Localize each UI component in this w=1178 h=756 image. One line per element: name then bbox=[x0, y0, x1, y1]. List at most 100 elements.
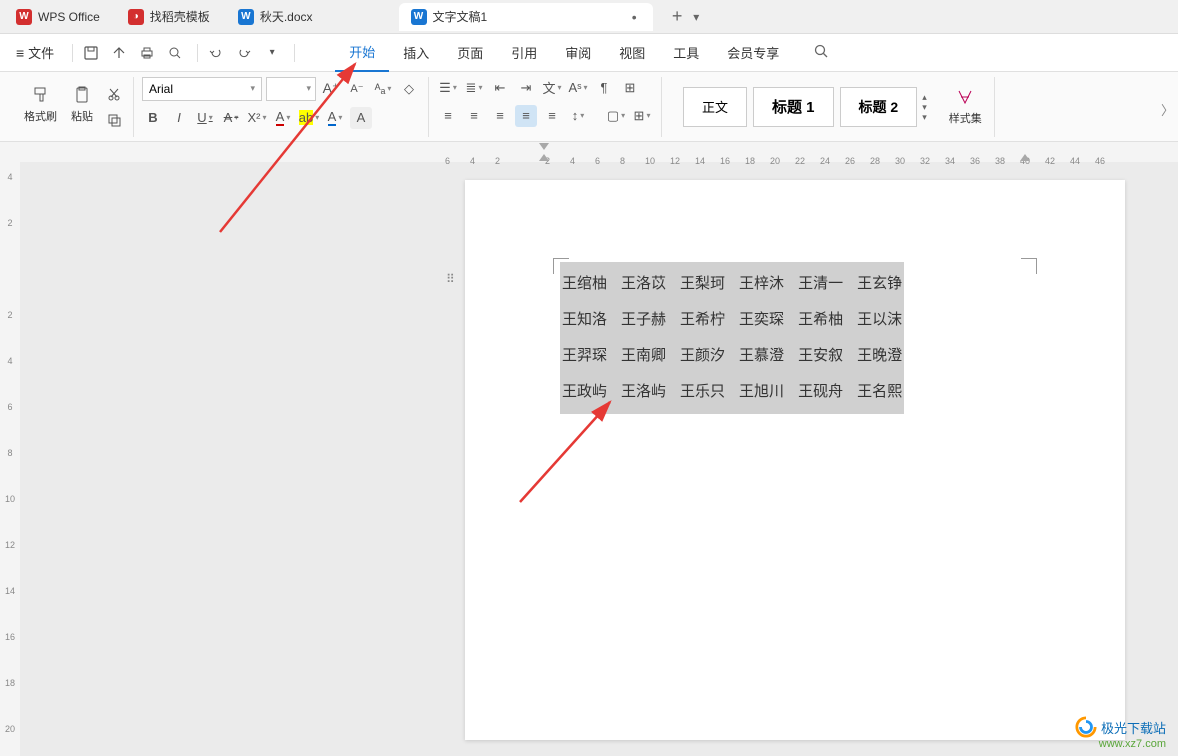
vertical-ruler[interactable]: 422468101214161820 bbox=[0, 142, 20, 756]
strikethrough-button[interactable]: A bbox=[220, 107, 242, 129]
style-heading2[interactable]: 标题 2 bbox=[840, 87, 918, 127]
ruler-tick: 42 bbox=[1045, 156, 1055, 166]
selected-text-block[interactable]: 王绾柚王洛苡王梨珂王梓沐王清一王玄铮王知洛王子赫王希柠王奕琛王希柚王以沫王羿琛王… bbox=[560, 262, 904, 414]
tab-dao-template[interactable]: ◑ 找稻壳模板 bbox=[116, 3, 222, 31]
sort-icon[interactable]: Aˢ bbox=[567, 77, 589, 99]
format-painter-button[interactable]: 格式刷 bbox=[20, 83, 61, 131]
align-justify-icon[interactable]: ≡ bbox=[515, 105, 537, 127]
menu-bar: 文件 ▾ 开始 插入 页面 引用 审阅 视图 工具 会员专享 bbox=[0, 34, 1178, 72]
line-spacing-icon[interactable]: ↕ bbox=[567, 105, 589, 127]
ruler-tick: 4 bbox=[4, 356, 16, 366]
toggle-icon[interactable]: ⊞ bbox=[619, 77, 641, 99]
style-normal[interactable]: 正文 bbox=[683, 87, 747, 127]
tab-label: 文字文稿1 bbox=[433, 8, 488, 25]
font-size-select[interactable]: ▾ bbox=[266, 77, 316, 101]
decrease-font-icon[interactable]: A⁻ bbox=[346, 78, 368, 100]
ruler-tick: 24 bbox=[820, 156, 830, 166]
menu-tab-view[interactable]: 视图 bbox=[605, 34, 659, 72]
ruler-right-marker[interactable] bbox=[1020, 154, 1030, 161]
style-gallery-nav[interactable]: ▴▾▾ bbox=[922, 92, 927, 122]
increase-indent-icon[interactable]: ⇥ bbox=[515, 77, 537, 99]
save-icon[interactable] bbox=[79, 41, 103, 65]
show-marks-icon[interactable]: ¶ bbox=[593, 77, 615, 99]
ruler-tick: 34 bbox=[945, 156, 955, 166]
increase-font-icon[interactable]: A⁺ bbox=[320, 78, 342, 100]
name-cell: 王以沫 bbox=[857, 302, 902, 338]
bullets-icon[interactable]: ☰ bbox=[437, 77, 459, 99]
name-cell: 王乐只 bbox=[680, 374, 725, 410]
font-name-value: Arial bbox=[149, 82, 173, 96]
underline-button[interactable]: U bbox=[194, 107, 216, 129]
name-cell: 王希柠 bbox=[680, 302, 725, 338]
undo-icon[interactable] bbox=[204, 41, 228, 65]
decrease-indent-icon[interactable]: ⇤ bbox=[489, 77, 511, 99]
preview-icon[interactable] bbox=[163, 41, 187, 65]
italic-button[interactable]: I bbox=[168, 107, 190, 129]
change-case-icon[interactable]: ᴬₐ bbox=[372, 78, 394, 100]
menu-tab-review[interactable]: 审阅 bbox=[551, 34, 605, 72]
watermark: 极光下载站 www.xz7.com bbox=[1075, 716, 1166, 750]
ribbon-overflow-icon[interactable]: 〉 bbox=[1161, 100, 1174, 119]
ruler-tick: 44 bbox=[1070, 156, 1080, 166]
name-cell: 王晚澄 bbox=[857, 338, 902, 374]
ruler-tick: 18 bbox=[745, 156, 755, 166]
style-heading1[interactable]: 标题 1 bbox=[753, 87, 834, 127]
font-color-button[interactable]: A bbox=[272, 107, 294, 129]
file-menu[interactable]: 文件 bbox=[8, 43, 62, 62]
superscript-button[interactable]: X² bbox=[246, 107, 268, 129]
horizontal-ruler[interactable]: 6422468101214161820222426283032343638404… bbox=[445, 142, 1125, 162]
menu-tab-member[interactable]: 会员专享 bbox=[713, 34, 793, 72]
menu-tab-tools[interactable]: 工具 bbox=[659, 34, 713, 72]
align-right-icon[interactable]: ≡ bbox=[489, 105, 511, 127]
tab-more-icon[interactable]: ▾ bbox=[693, 10, 709, 24]
clear-format-icon[interactable]: ◇ bbox=[398, 78, 420, 100]
ruler-tick: 28 bbox=[870, 156, 880, 166]
ribbon: 格式刷 粘贴 Arial ▾ ▾ A⁺ A⁻ ᴬₐ ◇ bbox=[0, 72, 1178, 142]
menu-tab-start[interactable]: 开始 bbox=[335, 34, 389, 72]
highlight-button[interactable]: ab bbox=[298, 107, 320, 129]
dropdown-icon[interactable]: ▾ bbox=[260, 41, 284, 65]
name-cell: 王知洛 bbox=[562, 302, 607, 338]
menu-tab-page[interactable]: 页面 bbox=[443, 34, 497, 72]
ribbon-group-styles: 正文 标题 1 标题 2 ▴▾▾ 样式集 bbox=[662, 77, 995, 137]
numbering-icon[interactable]: ≣ bbox=[463, 77, 485, 99]
drag-handle-icon[interactable]: ⠿ bbox=[446, 272, 453, 286]
ruler-tick: 8 bbox=[620, 156, 625, 166]
bold-button[interactable]: B bbox=[142, 107, 164, 129]
shading-icon[interactable]: ▢ bbox=[605, 105, 627, 127]
tab-wenzi-wengao[interactable]: W 文字文稿1 • bbox=[399, 3, 654, 31]
tab-wps-office[interactable]: W WPS Office bbox=[4, 3, 112, 31]
name-cell: 王洛屿 bbox=[621, 374, 666, 410]
paste-button[interactable]: 粘贴 bbox=[67, 83, 97, 131]
cut-icon[interactable] bbox=[103, 83, 125, 105]
ruler-indent-marker-bottom[interactable] bbox=[539, 154, 549, 161]
ruler-tick: 6 bbox=[445, 156, 450, 166]
font-name-select[interactable]: Arial ▾ bbox=[142, 77, 262, 101]
tab-qiutian-docx[interactable]: W 秋天.docx bbox=[226, 3, 325, 31]
style-set-button[interactable]: 样式集 bbox=[945, 85, 986, 128]
search-icon[interactable] bbox=[813, 43, 833, 63]
char-shading-button[interactable]: A bbox=[350, 107, 372, 129]
export-icon[interactable] bbox=[107, 41, 131, 65]
ruler-tick: 2 bbox=[4, 310, 16, 320]
copy-icon[interactable] bbox=[103, 109, 125, 131]
align-center-icon[interactable]: ≡ bbox=[463, 105, 485, 127]
distribute-icon[interactable]: ≡ bbox=[541, 105, 563, 127]
ruler-indent-marker-top[interactable] bbox=[539, 143, 549, 150]
print-icon[interactable] bbox=[135, 41, 159, 65]
borders-icon[interactable]: ⊞ bbox=[631, 105, 653, 127]
ruler-tick: 4 bbox=[570, 156, 575, 166]
text-direction-icon[interactable]: 文 bbox=[541, 77, 563, 99]
redo-icon[interactable] bbox=[232, 41, 256, 65]
separator bbox=[294, 44, 295, 62]
watermark-logo-icon bbox=[1075, 716, 1097, 738]
add-tab-button[interactable]: + bbox=[665, 5, 689, 29]
menu-tab-reference[interactable]: 引用 bbox=[497, 34, 551, 72]
menu-tab-insert[interactable]: 插入 bbox=[389, 34, 443, 72]
text-effect-button[interactable]: A bbox=[324, 107, 346, 129]
close-icon[interactable]: • bbox=[627, 10, 641, 24]
doc-icon: W bbox=[238, 9, 254, 25]
ruler-tick: 36 bbox=[970, 156, 980, 166]
name-cell: 王羿琛 bbox=[562, 338, 607, 374]
align-left-icon[interactable]: ≡ bbox=[437, 105, 459, 127]
